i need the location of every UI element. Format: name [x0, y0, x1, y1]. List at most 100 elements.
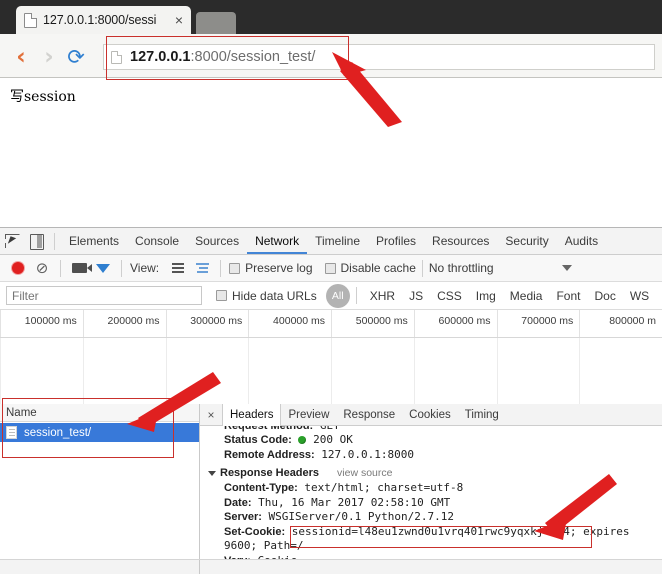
- response-headers-section[interactable]: Response Headersview source: [208, 465, 662, 481]
- details-tab-timing[interactable]: Timing: [458, 404, 506, 425]
- filter-input[interactable]: [6, 286, 202, 305]
- network-controls-toolbar: ⊘ View: Preserve log Disable cache: [0, 255, 662, 282]
- filter-type-all[interactable]: All: [326, 284, 350, 308]
- filter-divider: [356, 287, 357, 304]
- forward-button[interactable]: ›: [36, 44, 62, 70]
- ruler-tick: 800000 m: [579, 310, 662, 337]
- screenshot-root: 127.0.0.1:8000/sessi × ‹ › ⟳ 127.0.0.1:8…: [0, 0, 662, 574]
- page-info-icon: [111, 51, 122, 64]
- waterfall-gridline: [579, 338, 580, 404]
- address-bar-text: 127.0.0.1:8000/session_test/: [130, 49, 315, 65]
- record-button[interactable]: [6, 256, 30, 280]
- network-filter-toolbar: Hide data URLs All XHR JS CSS Img Media Font D…: [0, 282, 662, 310]
- details-tab-headers[interactable]: Headers: [222, 404, 281, 426]
- device-toolbar-button[interactable]: [24, 229, 48, 253]
- filter-type-xhr[interactable]: XHR: [370, 289, 395, 303]
- disable-cache-label[interactable]: Disable cache: [341, 261, 416, 275]
- page-icon: [24, 13, 37, 28]
- address-path: :8000/session_test/: [190, 49, 315, 65]
- close-icon[interactable]: ×: [171, 13, 187, 27]
- request-method-value: GET: [313, 426, 340, 432]
- caret-down-icon[interactable]: [208, 471, 216, 476]
- ruler-tick: 300000 ms: [166, 310, 249, 337]
- header-value: WSGIServer/0.1 Python/2.7.12: [262, 510, 454, 523]
- tab-elements[interactable]: Elements: [61, 228, 127, 254]
- new-tab-button[interactable]: [196, 12, 236, 34]
- cursor-select-icon: [5, 234, 20, 248]
- waterfall-gridline: [331, 338, 332, 404]
- view-waterfall-button[interactable]: [190, 256, 214, 280]
- tab-sources[interactable]: Sources: [187, 228, 247, 254]
- response-header-line: 9600; Path=/: [208, 539, 662, 554]
- hide-data-urls-checkbox[interactable]: [216, 290, 227, 301]
- tab-resources[interactable]: Resources: [424, 228, 497, 254]
- address-bar[interactable]: 127.0.0.1:8000/session_test/: [103, 44, 655, 70]
- camera-icon: [72, 263, 87, 273]
- remote-address-key: Remote Address:: [224, 449, 315, 461]
- waterfall-area: [0, 338, 662, 404]
- filter-type-css[interactable]: CSS: [437, 289, 462, 303]
- controls-divider-1: [60, 260, 61, 277]
- filter-toggle-button[interactable]: [91, 256, 115, 280]
- filter-type-doc[interactable]: Doc: [594, 289, 615, 303]
- browser-tab-title: 127.0.0.1:8000/sessi: [43, 13, 171, 27]
- preserve-log-label[interactable]: Preserve log: [245, 261, 312, 275]
- reload-button[interactable]: ⟳: [63, 44, 89, 70]
- chevron-down-icon[interactable]: [562, 265, 572, 271]
- browser-titlebar: 127.0.0.1:8000/sessi ×: [0, 0, 662, 34]
- tab-profiles[interactable]: Profiles: [368, 228, 424, 254]
- hide-data-urls-label[interactable]: Hide data URLs: [232, 289, 317, 303]
- disable-cache-checkbox[interactable]: [325, 263, 336, 274]
- tab-timeline[interactable]: Timeline: [307, 228, 368, 254]
- filter-type-media[interactable]: Media: [510, 289, 543, 303]
- devtools-tabbar: ElementsConsoleSourcesNetworkTimelinePro…: [0, 228, 662, 255]
- devtools-panel: ElementsConsoleSourcesNetworkTimelinePro…: [0, 227, 662, 574]
- tab-network[interactable]: Network: [247, 228, 307, 254]
- tab-console[interactable]: Console: [127, 228, 187, 254]
- browser-tab[interactable]: 127.0.0.1:8000/sessi ×: [16, 6, 191, 34]
- status-code-value: 200 OK: [306, 433, 352, 446]
- request-list-column-header[interactable]: Name: [0, 404, 199, 422]
- filter-type-font[interactable]: Font: [556, 289, 580, 303]
- response-header-line: Set-Cookie: sessionid=l48eu1zwnd0u1vrq40…: [208, 525, 662, 540]
- chevron-left-icon: ‹: [16, 46, 25, 68]
- tab-security[interactable]: Security: [497, 228, 556, 254]
- table-row[interactable]: session_test/: [0, 423, 199, 442]
- waterfall-view-icon: [196, 263, 209, 273]
- throttling-select[interactable]: No throttling: [429, 261, 494, 275]
- remote-address-line: Remote Address: 127.0.0.1:8000: [208, 448, 662, 463]
- preserve-log-checkbox[interactable]: [229, 263, 240, 274]
- view-list-button[interactable]: [166, 256, 190, 280]
- reload-icon: ⟳: [67, 47, 85, 68]
- inspect-element-button[interactable]: [0, 229, 24, 253]
- capture-screenshots-button[interactable]: [67, 256, 91, 280]
- waterfall-gridline: [414, 338, 415, 404]
- headers-content: Request Method: GET Status Code: 200 OK …: [200, 426, 662, 559]
- clear-icon: ⊘: [36, 261, 49, 276]
- details-tab-cookies[interactable]: Cookies: [402, 404, 458, 425]
- list-view-icon: [172, 263, 184, 273]
- details-tab-response[interactable]: Response: [336, 404, 402, 425]
- request-method-key: Request Method:: [224, 426, 313, 432]
- toolbar-divider: [54, 233, 55, 250]
- funnel-icon: [96, 264, 110, 273]
- request-list-pane: Name session_test/: [0, 404, 200, 559]
- waterfall-gridline: [248, 338, 249, 404]
- ruler-tick: 200000 ms: [83, 310, 166, 337]
- back-button[interactable]: ‹: [8, 44, 34, 70]
- ruler-tick: 400000 ms: [248, 310, 331, 337]
- view-source-link[interactable]: view source: [337, 467, 392, 479]
- tab-audits[interactable]: Audits: [557, 228, 606, 254]
- filter-type-ws[interactable]: WS: [630, 289, 649, 303]
- status-bar-left-section: [0, 560, 200, 574]
- status-code-line: Status Code: 200 OK: [208, 433, 662, 448]
- page-body-text: 写session: [10, 86, 76, 106]
- request-method-clipped: Request Method: GET: [208, 426, 662, 433]
- filter-type-img[interactable]: Img: [476, 289, 496, 303]
- clear-button[interactable]: ⊘: [30, 256, 54, 280]
- response-header-line: Content-Type: text/html; charset=utf-8: [208, 481, 662, 496]
- address-host: 127.0.0.1: [130, 49, 190, 65]
- details-tab-preview[interactable]: Preview: [281, 404, 336, 425]
- close-details-icon[interactable]: ×: [200, 408, 222, 422]
- filter-type-js[interactable]: JS: [409, 289, 423, 303]
